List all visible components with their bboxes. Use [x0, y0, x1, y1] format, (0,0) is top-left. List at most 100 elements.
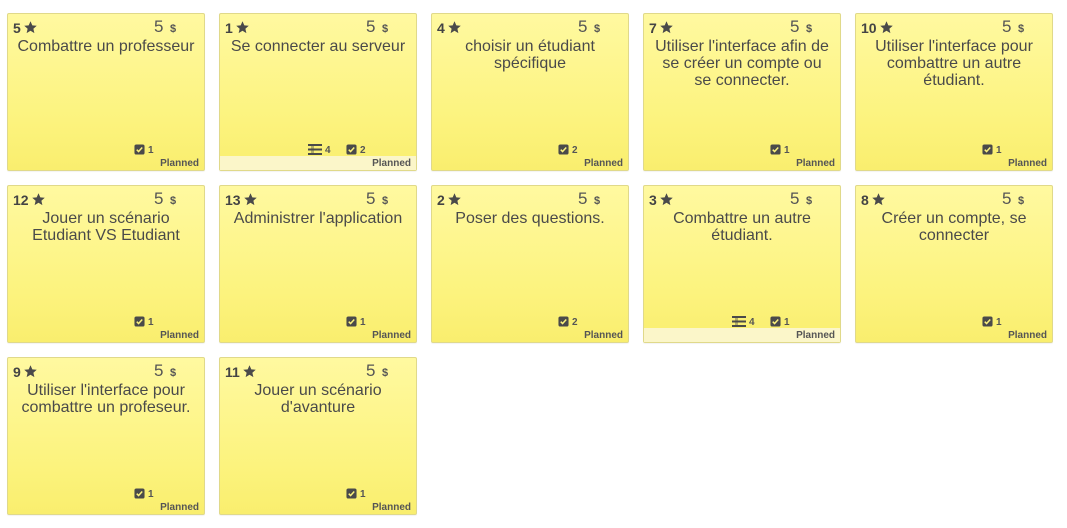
task-count: 1: [134, 488, 154, 500]
task-count: 1: [346, 488, 366, 500]
status-label: Planned: [1008, 330, 1047, 341]
story-points: 5: [154, 17, 164, 36]
checkbox-icon: [134, 144, 148, 156]
story-title: Combattre un autre étudiant.: [673, 210, 811, 244]
currency-icon: $: [1018, 23, 1025, 35]
story-points: 5: [154, 361, 164, 380]
star-icon: [31, 193, 45, 206]
story-id: 3: [649, 192, 674, 208]
story-points: 5: [366, 189, 376, 208]
story-card[interactable]: 11 5 $ Jouer un scénario d'avanture Planned 1: [219, 357, 417, 515]
story-id: 7: [649, 20, 674, 36]
task-count: 2: [346, 144, 366, 156]
checkbox-icon: [558, 316, 572, 328]
story-title: Combattre un professeur: [17, 38, 195, 55]
star-icon: [24, 21, 37, 34]
story-card[interactable]: 9 5 $ Utiliser l'interface pour combattre u…: [7, 357, 205, 515]
story-board: 5 5 $ Combattre un professeur Planned 1 1 5 $ Se …: [0, 0, 1067, 528]
story-points: 5: [790, 17, 800, 36]
currency-icon: $: [594, 195, 601, 207]
card-footer: Planned: [644, 328, 840, 342]
story-title: Jouer un scénario d'avanture: [254, 382, 382, 416]
story-id: 10: [861, 20, 894, 36]
star-icon: [243, 365, 256, 378]
story-card[interactable]: 3 5 $ Combattre un autre étudiant. Planned 4 1: [643, 185, 841, 343]
story-id: 13: [225, 192, 258, 208]
star-icon: [660, 193, 673, 206]
star-icon: [879, 21, 893, 34]
card-footer: Planned: [432, 328, 628, 342]
task-count: 2: [558, 144, 578, 156]
story-points: 5: [366, 361, 376, 380]
currency-icon: $: [594, 23, 601, 35]
story-title: choisir un étudiant spécifique: [465, 38, 595, 72]
card-footer: Planned: [644, 156, 840, 170]
checkbox-icon: [134, 316, 148, 328]
checkbox-icon: [346, 144, 360, 156]
currency-icon: $: [806, 195, 813, 207]
status-label: Planned: [372, 330, 411, 341]
task-count: 1: [982, 144, 1002, 156]
status-label: Planned: [160, 158, 199, 169]
card-footer: Planned: [220, 156, 416, 170]
story-id: 12: [13, 192, 46, 208]
checkbox-icon: [770, 316, 784, 328]
task-count: 1: [982, 316, 1002, 328]
checkbox-icon: [982, 144, 996, 156]
checkbox-icon: [982, 316, 996, 328]
star-icon: [448, 193, 461, 206]
story-card[interactable]: 8 5 $ Créer un compte, se connecter Planned 1: [855, 185, 1053, 343]
story-points: 5: [1002, 189, 1012, 208]
status-label: Planned: [796, 330, 835, 341]
list-icon: [308, 144, 325, 156]
story-card[interactable]: 7 5 $ Utiliser l'interface afin de se créer…: [643, 13, 841, 171]
star-icon: [236, 21, 249, 34]
checkbox-icon: [134, 488, 148, 500]
task-count: 1: [770, 144, 790, 156]
subtask-count: 4: [732, 316, 755, 328]
card-footer: Planned: [220, 328, 416, 342]
list-icon: [732, 316, 749, 328]
star-icon: [448, 21, 461, 34]
card-footer: Planned: [8, 328, 204, 342]
story-title: Utiliser l'interface pour combattre un p…: [21, 382, 191, 416]
story-id: 2: [437, 192, 462, 208]
card-footer: Planned: [220, 500, 416, 514]
story-card[interactable]: 2 5 $ Poser des questions. Planned 2: [431, 185, 629, 343]
story-id: 5: [13, 20, 38, 36]
task-count: 1: [346, 316, 366, 328]
currency-icon: $: [382, 23, 389, 35]
story-title: Utiliser l'interface pour combattre un a…: [875, 38, 1033, 89]
currency-icon: $: [170, 367, 177, 379]
story-card[interactable]: 1 5 $ Se connecter au serveur Planned 4 2: [219, 13, 417, 171]
checkbox-icon: [558, 144, 572, 156]
subtask-count: 4: [308, 144, 331, 156]
story-card[interactable]: 13 5 $ Administrer l'application Planned 1: [219, 185, 417, 343]
currency-icon: $: [806, 23, 813, 35]
status-label: Planned: [372, 158, 411, 169]
checkbox-icon: [346, 488, 360, 500]
status-label: Planned: [372, 502, 411, 513]
status-label: Planned: [584, 158, 623, 169]
story-id: 1: [225, 20, 250, 36]
status-label: Planned: [796, 158, 835, 169]
story-title: Poser des questions.: [455, 210, 605, 227]
story-card[interactable]: 12 5 $ Jouer un scénario Etudiant VS Etudia…: [7, 185, 205, 343]
story-card[interactable]: 5 5 $ Combattre un professeur Planned 1: [7, 13, 205, 171]
task-count: 1: [770, 316, 790, 328]
story-title: Jouer un scénario Etudiant VS Etudiant: [32, 210, 180, 244]
story-card[interactable]: 10 5 $ Utiliser l'interface pour combattre …: [855, 13, 1053, 171]
story-points: 5: [790, 189, 800, 208]
status-label: Planned: [160, 330, 199, 341]
story-points: 5: [366, 17, 376, 36]
story-card[interactable]: 4 5 $ choisir un étudiant spécifique Planned…: [431, 13, 629, 171]
status-label: Planned: [1008, 158, 1047, 169]
status-label: Planned: [584, 330, 623, 341]
checkbox-icon: [346, 316, 360, 328]
story-id: 8: [861, 192, 886, 208]
card-footer: Planned: [8, 156, 204, 170]
story-title: Utiliser l'interface afin de se créer un…: [655, 38, 829, 89]
story-points: 5: [1002, 17, 1012, 36]
currency-icon: $: [1018, 195, 1025, 207]
status-label: Planned: [160, 502, 199, 513]
